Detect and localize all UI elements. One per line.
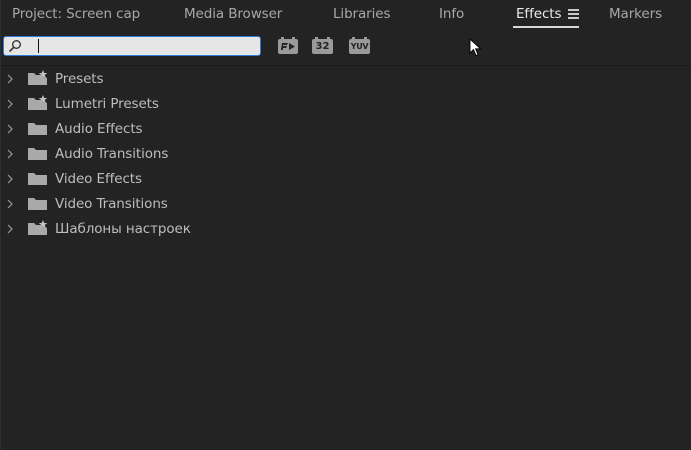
tree-item-preset-templates[interactable]: Шаблоны настроек — [1, 217, 691, 242]
chevron-right-icon[interactable] — [7, 74, 13, 84]
tree-item-audio-transitions[interactable]: Audio Transitions — [1, 142, 691, 167]
tree-item-label: Audio Transitions — [55, 146, 169, 162]
panel-menu-icon[interactable] — [568, 9, 579, 19]
tree-item-label: Lumetri Presets — [55, 96, 159, 112]
active-tab-indicator — [513, 26, 579, 28]
tree-item-video-effects[interactable]: Video Effects — [1, 167, 691, 192]
32-bit-filter-button[interactable]: 32 — [312, 37, 333, 54]
toolbar-divider — [1, 65, 691, 66]
chevron-right-icon[interactable] — [7, 199, 13, 209]
effects-tree: Presets Lumetri Presets Audio Effects Au… — [1, 67, 691, 242]
tree-item-lumetri-presets[interactable]: Lumetri Presets — [1, 92, 691, 117]
accelerated-effects-icon — [281, 43, 295, 50]
accelerated-effects-filter-button[interactable] — [278, 37, 298, 54]
chevron-right-icon[interactable] — [7, 99, 13, 109]
tab-effects[interactable]: Effects — [516, 6, 561, 22]
effects-panel: Project: Screen cap Media Browser Librar… — [0, 0, 691, 450]
tree-item-audio-effects[interactable]: Audio Effects — [1, 117, 691, 142]
tab-media-browser[interactable]: Media Browser — [184, 6, 282, 22]
tab-info[interactable]: Info — [439, 6, 464, 22]
tree-item-label: Audio Effects — [55, 121, 143, 137]
tree-item-video-transitions[interactable]: Video Transitions — [1, 192, 691, 217]
tab-libraries[interactable]: Libraries — [333, 6, 391, 22]
tab-project[interactable]: Project: Screen cap — [12, 6, 140, 22]
text-caret — [38, 39, 39, 53]
preset-folder-icon — [28, 220, 48, 235]
search-input[interactable] — [34, 38, 254, 54]
folder-icon — [28, 123, 47, 135]
chevron-right-icon[interactable] — [7, 174, 13, 184]
folder-icon — [28, 173, 47, 185]
search-icon — [8, 40, 21, 53]
search-box[interactable] — [3, 36, 261, 56]
preset-folder-icon — [28, 95, 48, 110]
tree-item-label: Video Transitions — [55, 196, 168, 212]
panel-tab-bar: Project: Screen cap Media Browser Librar… — [1, 0, 691, 30]
chevron-right-icon[interactable] — [7, 149, 13, 159]
chevron-right-icon[interactable] — [7, 124, 13, 134]
folder-icon — [28, 198, 47, 210]
effects-toolbar: 32 YUV — [1, 32, 691, 62]
tree-item-presets[interactable]: Presets — [1, 67, 691, 92]
tree-item-label: Video Effects — [55, 171, 142, 187]
tab-markers[interactable]: Markers — [609, 6, 662, 22]
yuv-filter-button[interactable]: YUV — [349, 37, 370, 54]
preset-folder-icon — [28, 70, 48, 85]
chevron-right-icon[interactable] — [7, 224, 13, 234]
mouse-pointer-icon — [469, 38, 482, 57]
tree-item-label: Шаблоны настроек — [55, 221, 191, 237]
folder-icon — [28, 148, 47, 160]
tree-item-label: Presets — [55, 71, 104, 87]
